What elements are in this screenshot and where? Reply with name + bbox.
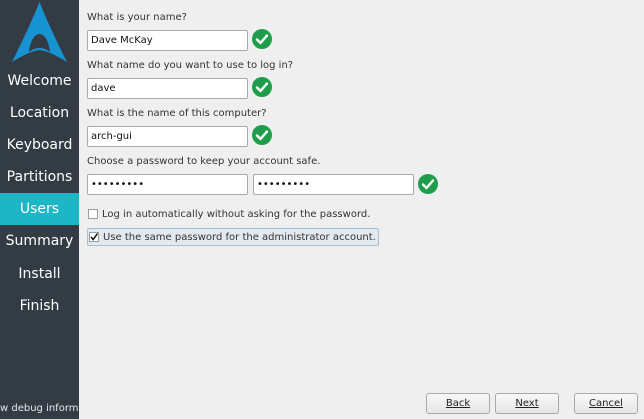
login-name-input[interactable]: [87, 78, 248, 99]
check-ok-icon: [418, 174, 438, 194]
cancel-button-label: Cancel: [589, 398, 623, 409]
sidebar-item-summary[interactable]: Summary: [0, 225, 79, 257]
full-name-input[interactable]: [87, 30, 248, 51]
check-ok-icon: [252, 77, 272, 97]
same-password-checkbox[interactable]: [89, 232, 99, 242]
back-button[interactable]: Back: [426, 393, 490, 414]
password-label: Choose a password to keep your account s…: [87, 156, 321, 167]
check-ok-icon: [252, 125, 272, 145]
checkmark-icon: [90, 233, 99, 241]
arch-linux-logo-icon: [12, 2, 67, 62]
check-ok-icon: [252, 29, 272, 49]
name-label: What is your name?: [87, 12, 187, 23]
computer-name-input[interactable]: [87, 126, 248, 147]
next-button[interactable]: Next: [495, 393, 559, 414]
password-confirm-input[interactable]: [253, 174, 414, 195]
debug-information-link[interactable]: w debug informa: [0, 399, 79, 419]
password-input[interactable]: [87, 174, 248, 195]
sidebar-item-location[interactable]: Location: [0, 97, 79, 129]
sidebar: Welcome Location Keyboard Partitions Use…: [0, 0, 79, 419]
back-button-label: Back: [445, 398, 471, 409]
sidebar-item-keyboard[interactable]: Keyboard: [0, 129, 79, 161]
cancel-button[interactable]: Cancel: [574, 393, 638, 414]
sidebar-item-partitions[interactable]: Partitions: [0, 161, 79, 193]
same-password-option[interactable]: Use the same password for the administra…: [87, 228, 379, 246]
login-label: What name do you want to use to log in?: [87, 60, 294, 71]
sidebar-item-install[interactable]: Install: [0, 258, 79, 290]
sidebar-item-finish[interactable]: Finish: [0, 290, 79, 322]
sidebar-item-welcome[interactable]: Welcome: [0, 65, 79, 97]
sidebar-item-users[interactable]: Users: [0, 193, 79, 225]
autologin-checkbox[interactable]: [88, 209, 98, 219]
next-button-label: Next: [515, 398, 539, 409]
autologin-label: Log in automatically without asking for …: [102, 208, 371, 220]
autologin-option[interactable]: Log in automatically without asking for …: [87, 205, 370, 223]
computer-name-label: What is the name of this computer?: [87, 108, 267, 119]
same-password-label: Use the same password for the administra…: [103, 231, 376, 243]
